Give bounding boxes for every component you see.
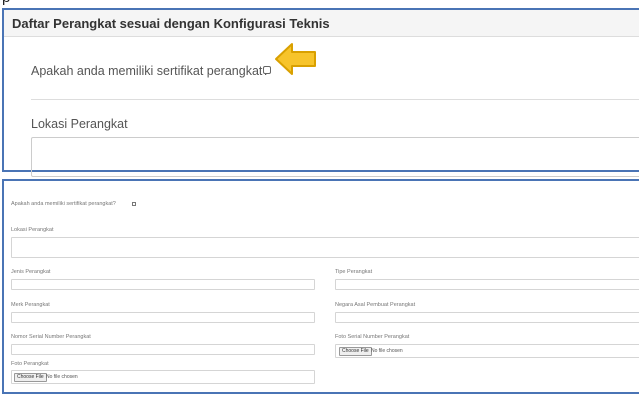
form-cert-label: Apakah anda memiliki sertifikat perangka… [11,201,116,207]
zoomed-form-panel: Daftar Perangkat sesuai dengan Konfigura… [2,8,639,177]
form-merk-input[interactable] [11,312,315,323]
full-form-panel: Apakah anda memiliki sertifikat perangka… [2,179,639,394]
form-foto-label: Foto Perangkat [11,361,49,367]
form-lokasi-textarea[interactable] [11,237,639,258]
panel-title: Daftar Perangkat sesuai dengan Konfigura… [12,16,330,31]
panel-header: Daftar Perangkat sesuai dengan Konfigura… [4,10,639,37]
certificate-checkbox[interactable] [263,66,271,74]
form-negara-input[interactable] [335,312,639,323]
foto-no-file-text: No file chosen [46,374,78,380]
form-jenis-label: Jenis Perangkat [11,269,51,275]
clipped-heading: p [2,0,10,6]
form-serial-input[interactable] [11,344,315,355]
divider [31,99,639,100]
form-negara-label: Negara Asal Pembuat Perangkat [335,302,416,308]
form-cert-checkbox[interactable] [132,202,136,206]
lokasi-textarea[interactable] [31,137,639,177]
form-merk-label: Merk Perangkat [11,302,50,308]
top-clipped-text: p [0,0,639,8]
certificate-question-label: Apakah anda memiliki sertifikat perangka… [31,64,270,78]
form-tipe-label: Tipe Perangkat [335,269,373,275]
form-tipe-input[interactable] [335,279,639,290]
foto-choose-file-button[interactable]: Choose File [14,373,47,382]
lokasi-label: Lokasi Perangkat [31,117,128,131]
form-foto-serial-label: Foto Serial Number Perangkat [335,334,410,340]
foto-serial-no-file-text: No file chosen [371,348,403,354]
foto-serial-choose-file-button[interactable]: Choose File [339,347,372,356]
form-lokasi-label: Lokasi Perangkat [11,227,54,233]
pointer-arrow-icon [275,43,316,75]
form-jenis-input[interactable] [11,279,315,290]
form-serial-label: Nomor Serial Number Perangkat [11,334,91,340]
